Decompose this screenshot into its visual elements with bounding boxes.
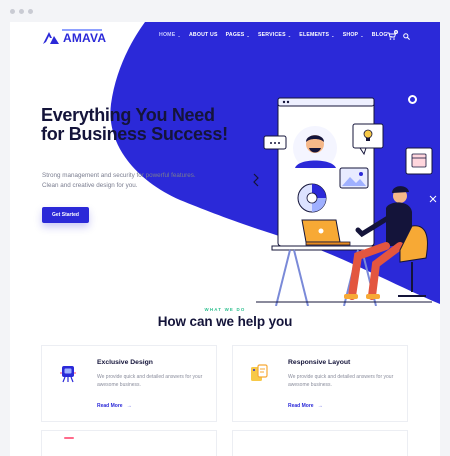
get-started-button[interactable]: Get Started — [42, 207, 89, 223]
hero-title: Everything You Need for Business Success… — [41, 105, 228, 144]
card-title: Responsive Layout — [288, 359, 351, 366]
nav-item-pages[interactable]: PAGES ⌄ — [226, 32, 250, 38]
site-logo[interactable]: AMAVA — [42, 31, 106, 45]
main-navigation: HOME ⌄ ABOUT US PAGES ⌄ SERVICES ⌄ ELEMENTS… — [159, 32, 393, 38]
card-description: We provide quick and detailed answers fo… — [97, 374, 203, 388]
nav-label: SHOP — [342, 32, 359, 38]
nav-label: HOME — [159, 32, 176, 38]
nav-label: ELEMENTS — [299, 32, 330, 38]
chevron-down-icon: ⌄ — [246, 32, 250, 38]
nav-item-home[interactable]: HOME ⌄ — [159, 32, 181, 38]
service-card — [41, 430, 217, 456]
service-card — [232, 430, 408, 456]
chevron-down-icon: ⌄ — [331, 32, 335, 38]
section-eyebrow: WHAT WE DO — [204, 307, 246, 312]
hero-subtitle: Strong management and security for power… — [42, 172, 196, 189]
rocket-icon — [60, 366, 76, 383]
nav-item-services[interactable]: SERVICES ⌄ — [258, 32, 291, 38]
logo-tagline-bar — [62, 29, 102, 31]
read-more-label: Read More — [97, 403, 123, 409]
nav-item-shop[interactable]: SHOP ⌄ — [343, 32, 364, 38]
window-dot — [19, 9, 24, 14]
nav-label: SERVICES — [257, 32, 286, 38]
window-controls — [10, 9, 33, 14]
card-icon-accent — [64, 437, 74, 439]
chevron-down-icon: ⌄ — [177, 32, 181, 38]
logo-text: AMAVA — [63, 31, 107, 45]
cart-count-badge: 0 — [394, 30, 398, 34]
nav-item-about-us[interactable]: ABOUT US — [189, 32, 218, 38]
devices-icon — [251, 364, 268, 381]
window-dot — [10, 9, 15, 14]
hero-illustration — [253, 97, 437, 306]
nav-item-elements[interactable]: ELEMENTS ⌄ — [299, 32, 334, 38]
nav-label: ABOUT US — [188, 32, 218, 38]
service-card: Responsive Layout We provide quick and d… — [232, 345, 408, 422]
logo-mark-icon — [43, 32, 59, 44]
chevron-down-icon: ⌄ — [287, 32, 292, 38]
chevron-down-icon: ⌄ — [360, 32, 364, 38]
card-title: Exclusive Design — [97, 359, 153, 366]
read-more-link[interactable]: Read More → — [97, 403, 132, 409]
read-more-label: Read More — [288, 403, 314, 409]
arrow-right-icon: → — [317, 403, 323, 409]
read-more-link[interactable]: Read More → — [288, 403, 323, 409]
arrow-right-icon: → — [126, 403, 132, 409]
web-page: AMAVA HOME ⌄ ABOUT US PAGES ⌄ SERVICES ⌄ EL… — [10, 22, 440, 456]
nav-label: BLOG — [371, 32, 388, 38]
section-title: How can we help you — [157, 314, 293, 329]
nav-label: PAGES — [225, 32, 245, 38]
search-icon[interactable] — [403, 33, 410, 40]
browser-frame: AMAVA HOME ⌄ ABOUT US PAGES ⌄ SERVICES ⌄ EL… — [0, 0, 450, 456]
service-card: Exclusive Design We provide quick and de… — [41, 345, 217, 422]
window-dot — [28, 9, 33, 14]
card-description: We provide quick and detailed answers fo… — [288, 374, 394, 388]
